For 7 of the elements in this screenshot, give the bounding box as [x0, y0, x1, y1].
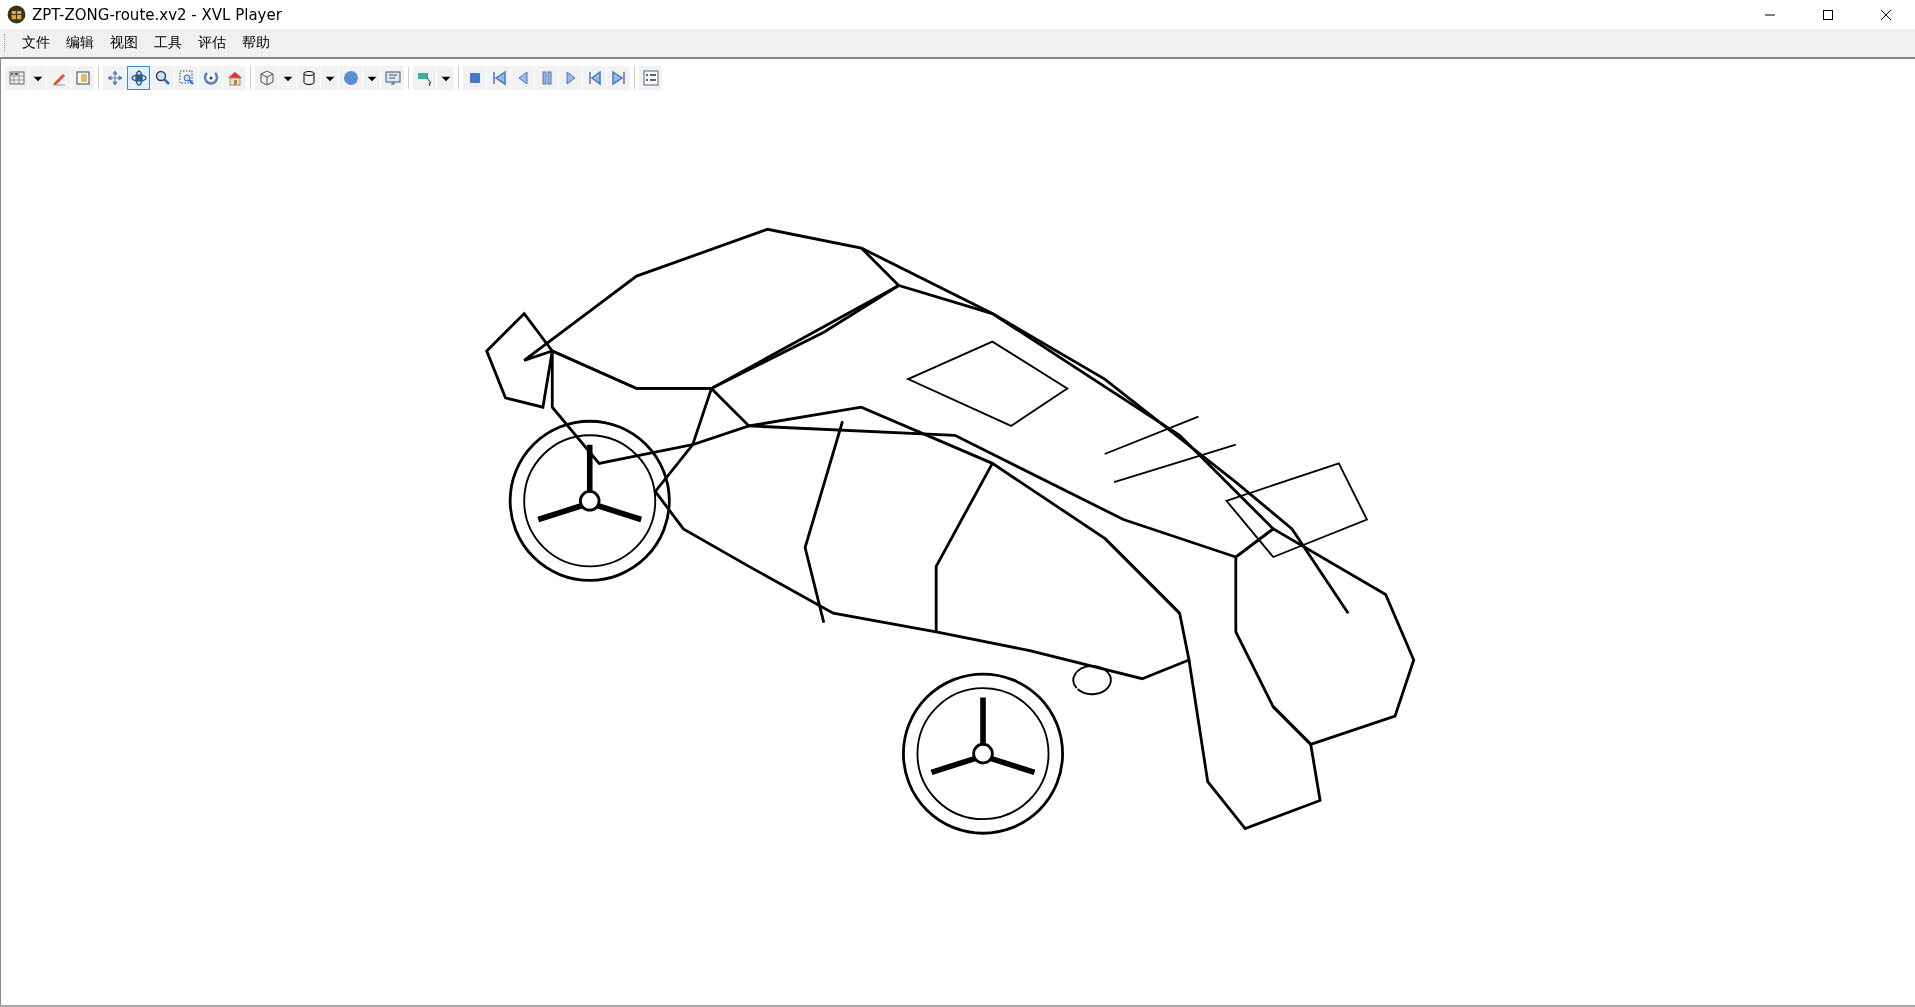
menu-item[interactable]: 评估 [190, 34, 234, 52]
menu-item[interactable]: 帮助 [234, 34, 278, 52]
menu-item[interactable]: 工具 [146, 34, 190, 52]
menu-item[interactable]: 视图 [102, 34, 146, 52]
menu-item[interactable]: 编辑 [58, 34, 102, 52]
window-title: ZPT-ZONG-route.xv2 - XVL Player [32, 5, 282, 24]
menu-item[interactable]: 文件 [14, 34, 58, 52]
